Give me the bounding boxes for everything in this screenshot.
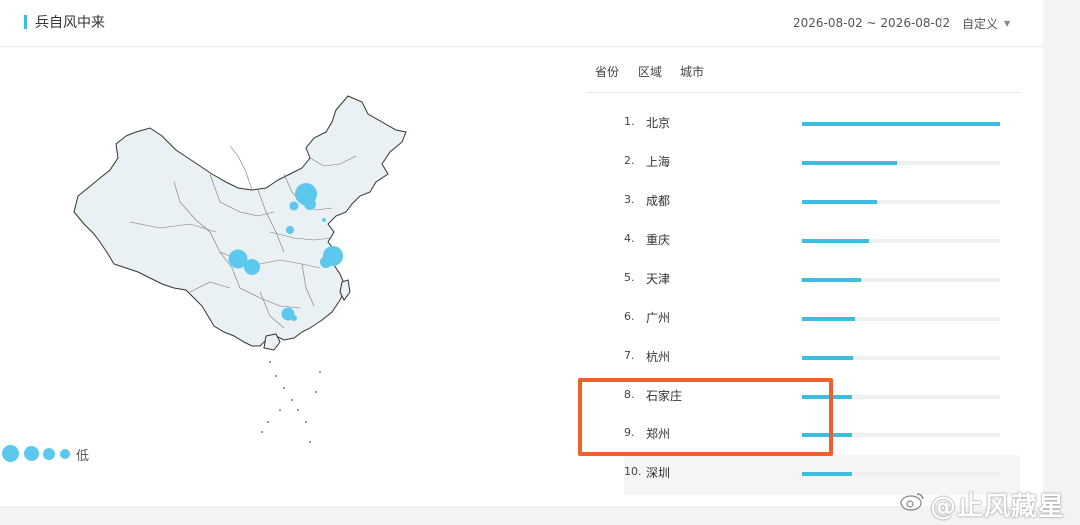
ranking-row[interactable]: 2. 上海 bbox=[624, 149, 1020, 177]
bubble-shenzhen[interactable] bbox=[291, 315, 297, 321]
legend-dot-sm bbox=[60, 449, 70, 459]
ranking-bar-track bbox=[802, 472, 1000, 476]
watermark: @止风藏星 bbox=[930, 492, 1066, 522]
map-hainan bbox=[263, 333, 281, 351]
ranking-row[interactable]: 5. 天津 bbox=[624, 266, 1020, 294]
highlight-annotation-box bbox=[578, 378, 833, 456]
legend-dot-md bbox=[43, 448, 55, 460]
legend-dot-lg bbox=[24, 446, 39, 461]
ranking-row[interactable]: 4. 重庆 bbox=[624, 227, 1020, 255]
ranking-city-name: 天津 bbox=[646, 272, 671, 286]
ranking-city-name: 上海 bbox=[646, 155, 671, 169]
bubble-shijiazhuang[interactable] bbox=[289, 201, 299, 211]
tab-province[interactable]: 省份 bbox=[595, 63, 619, 80]
ranking-city-name: 杭州 bbox=[646, 350, 671, 364]
ranking-bar-track bbox=[802, 161, 1000, 165]
bubble-zhengzhou[interactable] bbox=[286, 226, 294, 234]
ranking-bar-track bbox=[802, 239, 1000, 243]
ranking-number: 7. bbox=[624, 349, 635, 362]
ranking-number: 6. bbox=[624, 310, 635, 323]
date-range[interactable]: 2026-08-02 ~ 2026-08-02 bbox=[793, 16, 950, 30]
south-china-sea-islands bbox=[261, 361, 321, 443]
ranking-number: 5. bbox=[624, 271, 635, 284]
ranking-bar-fill bbox=[802, 122, 1000, 126]
page-title: 兵自风中来 bbox=[35, 15, 105, 31]
map-mainland bbox=[73, 95, 407, 347]
region-tabs: 省份 区域 城市 bbox=[586, 47, 1020, 93]
ranking-bar-track bbox=[802, 356, 1000, 360]
panel: 兵自风中来 2026-08-02 ~ 2026-08-02 自定义 ▼ 低 省份… bbox=[0, 0, 1043, 506]
ranking-bar-track bbox=[802, 278, 1000, 282]
tab-city[interactable]: 城市 bbox=[680, 63, 704, 80]
ranking-row[interactable]: 3. 成都 bbox=[624, 188, 1020, 216]
divider bbox=[941, 16, 942, 30]
bubble-tianjin[interactable] bbox=[304, 198, 316, 210]
title-accent-bar bbox=[24, 15, 27, 29]
ranking-bar-track bbox=[802, 200, 1000, 204]
legend-low-label: 低 bbox=[76, 449, 90, 464]
ranking-row[interactable]: 1. 北京 bbox=[624, 110, 1020, 138]
custom-date-dropdown[interactable]: 自定义 ▼ bbox=[962, 15, 1010, 32]
ranking-number: 2. bbox=[624, 154, 635, 167]
ranking-bar-fill bbox=[802, 200, 878, 204]
weibo-icon bbox=[900, 493, 924, 511]
ranking-number: 3. bbox=[624, 193, 635, 206]
ranking-bar-fill bbox=[802, 317, 856, 321]
ranking-city-name: 深圳 bbox=[646, 466, 671, 480]
bubble-hangzhou[interactable] bbox=[320, 256, 332, 268]
ranking-city-name: 成都 bbox=[646, 194, 671, 208]
bubble-chongqing[interactable] bbox=[244, 259, 260, 275]
ranking-city-name: 北京 bbox=[646, 116, 671, 130]
ranking-bar-fill bbox=[802, 239, 870, 243]
ranking-city-name: 广州 bbox=[646, 311, 671, 325]
ranking-number: 1. bbox=[624, 115, 635, 128]
china-map bbox=[73, 95, 407, 443]
tab-region[interactable]: 区域 bbox=[638, 63, 662, 80]
ranking-bar-fill bbox=[802, 472, 852, 476]
ranking-bar-track bbox=[802, 317, 1000, 321]
ranking-row[interactable]: 6. 广州 bbox=[624, 305, 1020, 333]
ranking-bar-fill bbox=[802, 356, 854, 360]
caret-down-icon: ▼ bbox=[1004, 19, 1011, 28]
header: 兵自风中来 2026-08-02 ~ 2026-08-02 自定义 ▼ bbox=[0, 0, 1043, 47]
custom-date-label: 自定义 bbox=[962, 17, 999, 31]
ranking-bar-fill bbox=[802, 161, 898, 165]
bubble-small bbox=[322, 218, 326, 222]
ranking-number: 10. bbox=[624, 465, 642, 478]
ranking-city-name: 重庆 bbox=[646, 233, 671, 247]
ranking-row[interactable]: 10. 深圳 bbox=[624, 460, 1020, 488]
ranking-row[interactable]: 7. 杭州 bbox=[624, 344, 1020, 372]
ranking-bar-track bbox=[802, 122, 1000, 126]
legend-dot-xl bbox=[2, 445, 19, 462]
ranking-number: 4. bbox=[624, 232, 635, 245]
ranking-bar-fill bbox=[802, 278, 862, 282]
